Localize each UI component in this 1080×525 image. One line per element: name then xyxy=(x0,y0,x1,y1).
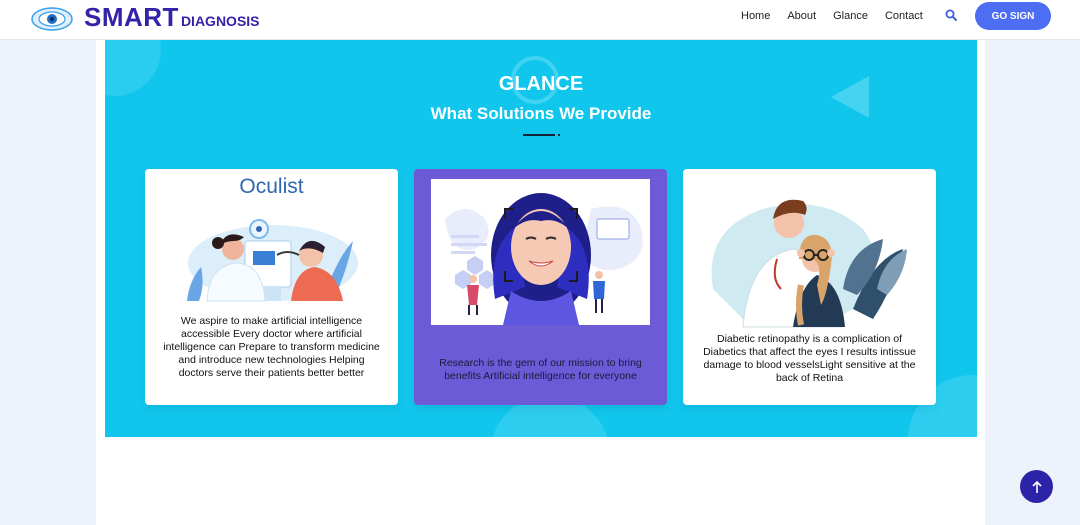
arrow-up-icon xyxy=(1031,480,1042,493)
nav-about[interactable]: About xyxy=(787,9,816,23)
section-title: GLANCE xyxy=(498,73,584,95)
card-oculist-text: We aspire to make artificial intelligenc… xyxy=(163,315,380,379)
doctor-patient-eyeglasses-illustration xyxy=(711,199,907,328)
oculist-eye-exam-illustration xyxy=(187,219,358,302)
card-retinopathy-text: Diabetic retinopathy is a complication o… xyxy=(703,333,916,384)
top-navbar: SMART DIAGNOSIS Home About Glance Contac… xyxy=(0,0,1080,40)
nav-links: Home About Glance Contact xyxy=(741,9,940,23)
solution-card-oculist[interactable]: Oculist We aspire to make artificial int… xyxy=(145,169,398,405)
title-underline-dot xyxy=(558,134,560,136)
eye-logo-icon[interactable] xyxy=(30,4,74,34)
oculist-title: Oculist xyxy=(239,175,304,198)
solution-card-research[interactable]: Research is the gem of our mission to br… xyxy=(414,169,667,405)
search-icon[interactable] xyxy=(945,9,957,21)
card-research-text: Research is the gem of our mission to br… xyxy=(439,357,642,382)
brand-sub: DIAGNOSIS xyxy=(180,13,260,29)
nav-contact[interactable]: Contact xyxy=(885,9,923,23)
brand-main: SMART xyxy=(84,2,179,32)
glance-section: GLANCE What Solutions We Provide Oculist… xyxy=(105,40,977,437)
nav-glance[interactable]: Glance xyxy=(833,9,868,23)
section-subtitle: What Solutions We Provide xyxy=(430,104,652,123)
nav-home[interactable]: Home xyxy=(741,9,770,23)
go-sign-button[interactable]: GO SIGN xyxy=(975,2,1051,30)
brand-logo-text[interactable]: SMART DIAGNOSIS xyxy=(84,2,260,33)
scroll-to-top-button[interactable] xyxy=(1020,470,1053,503)
solution-card-retinopathy[interactable]: Diabetic retinopathy is a complication o… xyxy=(683,169,936,405)
face-recognition-illustration xyxy=(431,179,650,325)
title-underline xyxy=(523,134,555,136)
